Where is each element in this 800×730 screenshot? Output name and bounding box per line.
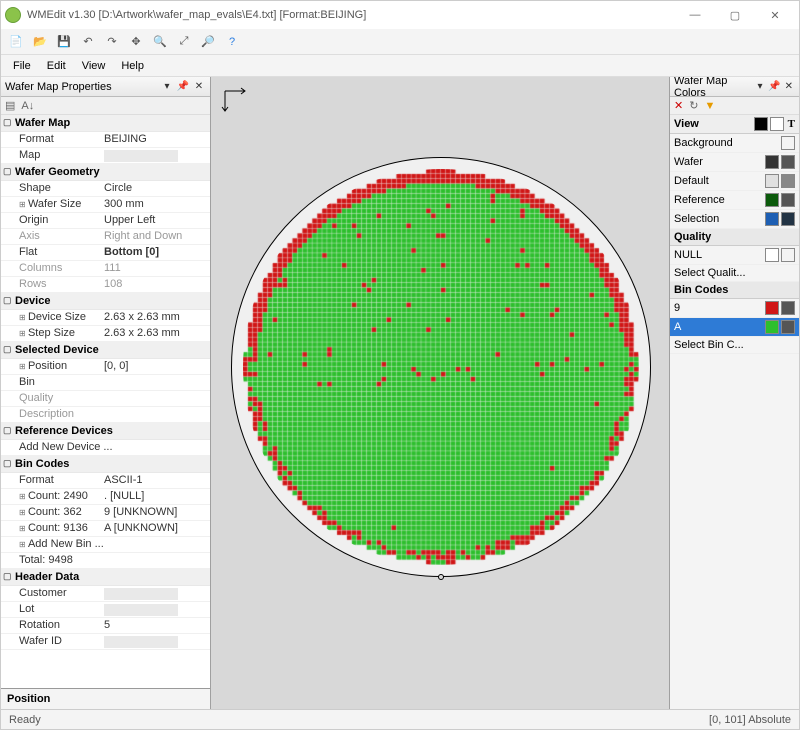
menu-file[interactable]: File [5, 58, 39, 74]
new-icon[interactable]: 📄 [5, 31, 27, 53]
color-reference[interactable]: Reference [670, 191, 799, 210]
zoom-in-icon[interactable]: 🔍 [149, 31, 171, 53]
toolbar: 📄 📂 💾 ↶ ↷ ✥ 🔍 ⤢ 🔎 ? [1, 29, 799, 55]
wafer-map[interactable] [231, 157, 651, 577]
flat-notch-icon [438, 574, 444, 580]
cat-geometry[interactable]: Wafer Geometry [1, 164, 210, 181]
undo-icon[interactable]: ↶ [77, 31, 99, 53]
open-icon[interactable]: 📂 [29, 31, 51, 53]
cat-wafermap[interactable]: Wafer Map [1, 115, 210, 132]
cat-header[interactable]: Header Data [1, 569, 210, 586]
color-default[interactable]: Default [670, 172, 799, 191]
properties-toolbar: ▤ A↓ [1, 97, 210, 115]
bin-A[interactable]: A [670, 318, 799, 337]
text-mode-icon[interactable]: T [788, 118, 795, 130]
minimize-button[interactable]: — [675, 2, 715, 28]
colors-toolbar: ✕ ↻ ▼ [670, 97, 799, 115]
cat-selected[interactable]: Selected Device [1, 342, 210, 359]
color-background[interactable]: Background [670, 134, 799, 153]
filter-icon[interactable]: ▼ [704, 100, 715, 112]
cat-device[interactable]: Device [1, 293, 210, 310]
zoom-out-icon[interactable]: 🔎 [197, 31, 219, 53]
status-ready: Ready [9, 714, 41, 726]
app-icon [5, 7, 21, 23]
select-bincode[interactable]: Select Bin C... [670, 337, 799, 354]
redo-icon[interactable]: ↷ [101, 31, 123, 53]
categorize-icon[interactable]: ▤ [5, 99, 15, 112]
view-row: View T [670, 115, 799, 134]
sort-icon[interactable]: A↓ [21, 100, 34, 112]
menu-edit[interactable]: Edit [39, 58, 74, 74]
title-bar: WMEdit v1.30 [D:\Artwork\wafer_map_evals… [1, 1, 799, 29]
menu-view[interactable]: View [74, 58, 114, 74]
color-null[interactable]: NULL [670, 246, 799, 265]
properties-header[interactable]: Wafer Map Properties ▾ 📌 ✕ [1, 77, 210, 97]
refresh-icon[interactable]: ↻ [689, 99, 698, 112]
move-icon[interactable]: ✥ [125, 31, 147, 53]
select-quality[interactable]: Select Qualit... [670, 265, 799, 282]
view-swatch-black[interactable] [754, 117, 768, 131]
window-title: WMEdit v1.30 [D:\Artwork\wafer_map_evals… [27, 9, 675, 21]
wafer-canvas[interactable] [211, 77, 669, 709]
menu-help[interactable]: Help [113, 58, 152, 74]
color-wafer[interactable]: Wafer [670, 153, 799, 172]
cat-bincodes[interactable]: Bin Codes [1, 456, 210, 473]
status-bar: Ready [0, 101] Absolute [1, 709, 799, 729]
pin-icon[interactable]: 📌 [176, 80, 190, 94]
panel-menu-icon[interactable]: ▾ [160, 80, 174, 94]
zoom-fit-icon[interactable]: ⤢ [173, 31, 195, 53]
close-button[interactable]: ✕ [755, 2, 795, 28]
cat-bincodes-colors: Bin Codes [670, 282, 799, 299]
pin-icon[interactable]: 📌 [768, 80, 780, 94]
save-icon[interactable]: 💾 [53, 31, 75, 53]
bin-9[interactable]: 9 [670, 299, 799, 318]
help-icon[interactable]: ? [221, 31, 243, 53]
colors-header[interactable]: Wafer Map Colors ▾ 📌 ✕ [670, 77, 799, 97]
colors-panel: Wafer Map Colors ▾ 📌 ✕ ✕ ↻ ▼ View T Back… [669, 77, 799, 709]
panel-menu-icon[interactable]: ▾ [754, 80, 766, 94]
cat-reference[interactable]: Reference Devices [1, 423, 210, 440]
cat-quality: Quality [670, 229, 799, 246]
maximize-button[interactable]: ▢ [715, 2, 755, 28]
property-grid[interactable]: Wafer Map FormatBEIJING Map Wafer Geomet… [1, 115, 210, 688]
view-swatch-white[interactable] [770, 117, 784, 131]
panel-close-icon[interactable]: ✕ [783, 80, 795, 94]
panel-close-icon[interactable]: ✕ [192, 80, 206, 94]
orientation-axes-icon [221, 87, 249, 115]
delete-icon[interactable]: ✕ [674, 99, 683, 112]
status-position: [0, 101] Absolute [709, 714, 791, 726]
menu-bar: File Edit View Help [1, 55, 799, 77]
properties-panel: Wafer Map Properties ▾ 📌 ✕ ▤ A↓ Wafer Ma… [1, 77, 211, 709]
color-selection[interactable]: Selection [670, 210, 799, 229]
property-description: Position [1, 688, 210, 709]
